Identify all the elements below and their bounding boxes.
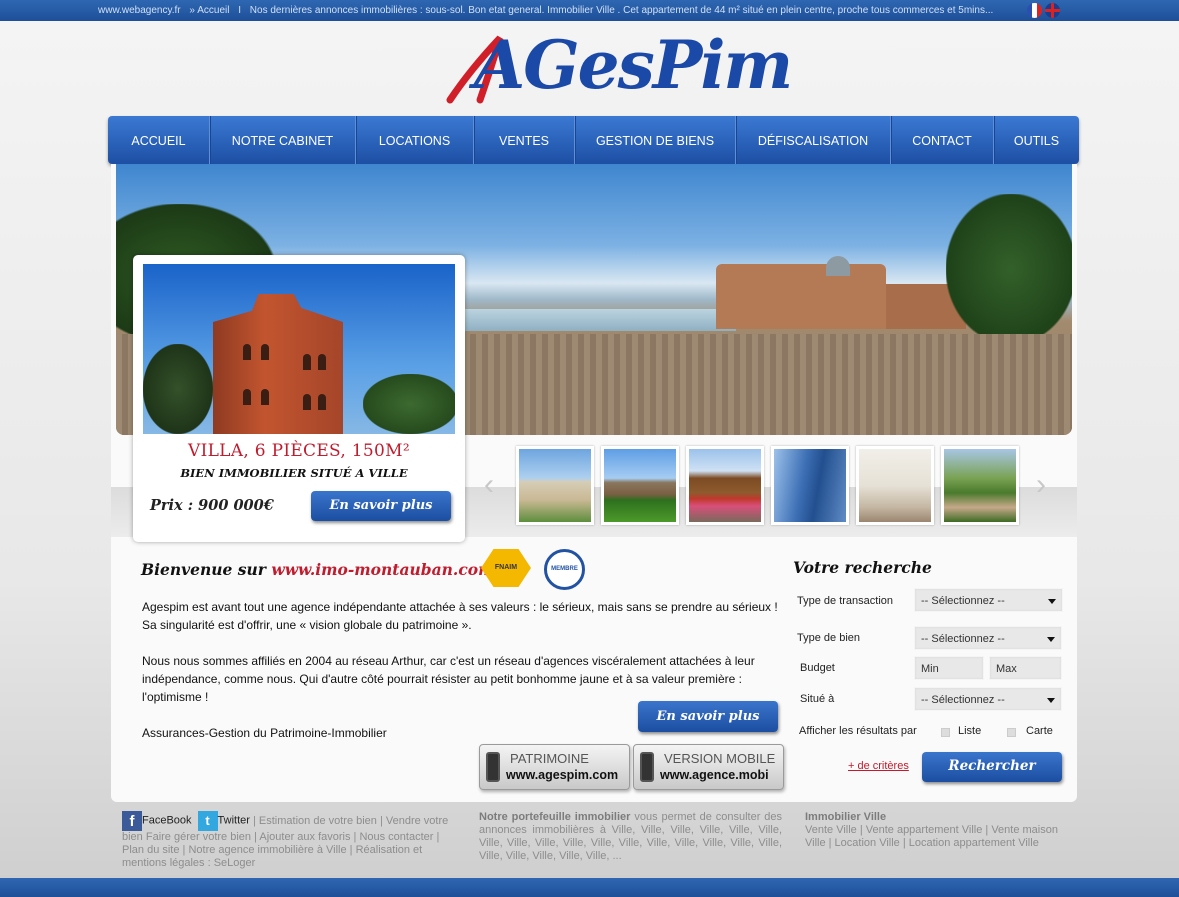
nav-item-ventes[interactable]: VENTES [474, 116, 575, 164]
featured-listing-subtitle: BIEN IMMOBILIER SITUÉ A VILLE [180, 466, 408, 480]
nav-item-outils[interactable]: OUTILS [994, 116, 1079, 164]
footer-immobilier: Immobilier Ville Vente Ville | Vente app… [805, 811, 1077, 850]
patrimoine-label: PATRIMOINE [510, 751, 589, 766]
featured-listing-card: VILLA, 6 PIÈCES, 150M² BIEN IMMOBILIER S… [133, 255, 465, 542]
dropdown-arrow-icon [1047, 637, 1055, 642]
dropdown-arrow-icon [1048, 599, 1056, 604]
photo-building [213, 294, 343, 434]
transaction-select-value: -- Sélectionnez -- [921, 595, 1005, 607]
chevron-right-icon[interactable]: › [1036, 470, 1046, 500]
top-breadcrumb-link[interactable]: » Accueil [189, 5, 229, 16]
featured-more-button[interactable]: En savoir plus [311, 491, 451, 521]
welcome-paragraph-2: Nous nous sommes affiliés en 2004 au rés… [142, 654, 755, 704]
facebook-icon[interactable]: f [122, 811, 142, 831]
carte-checkbox[interactable] [1007, 728, 1016, 737]
patrimoine-button[interactable]: PATRIMOINE www.agespim.com [479, 744, 630, 790]
nav-item-gestion-de-biens[interactable]: GESTION DE BIENS [575, 116, 736, 164]
english-flag-icon[interactable] [1045, 3, 1060, 18]
photo-window [318, 394, 326, 410]
afficher-label: Afficher les résultats par [799, 725, 917, 737]
mobile-url: www.agence.mobi [660, 768, 769, 782]
language-switch [1027, 3, 1060, 18]
transaction-label: Type de transaction [797, 595, 894, 607]
budget-label: Budget [800, 662, 835, 674]
welcome-paragraph-1: Agespim est avant tout une agence indépe… [142, 600, 778, 632]
footer-immobilier-text[interactable]: Vente Ville | Vente appartement Ville | … [805, 824, 1058, 849]
search-submit-button[interactable]: Rechercher [922, 752, 1062, 782]
photo-window [303, 354, 311, 370]
mobile-version-button[interactable]: VERSION MOBILE www.agence.mobi [633, 744, 784, 790]
thumbnail-carousel [516, 446, 1019, 525]
bien-select-value: -- Sélectionnez -- [921, 633, 1005, 645]
footer-immobilier-title: Immobilier Ville [805, 811, 887, 823]
bottom-bar [0, 878, 1179, 897]
top-bar: www.webagency.fr » Accueil I Nos dernièr… [0, 0, 1179, 21]
nav-item-accueil[interactable]: ACCUEIL [108, 116, 210, 164]
top-ticker[interactable]: Nos dernières annonces immobilières : so… [250, 5, 994, 16]
main-nav: ACCUEIL NOTRE CABINET LOCATIONS VENTES G… [108, 116, 1079, 164]
photo-window [318, 354, 326, 370]
bien-label: Type de bien [797, 632, 860, 644]
welcome-prefix: Bienvenue sur [141, 560, 266, 579]
situe-select-value: -- Sélectionnez -- [921, 694, 1005, 706]
liste-label: Liste [958, 725, 982, 737]
budget-max-input[interactable]: Max [989, 656, 1062, 680]
banner-trees-right [946, 194, 1072, 344]
welcome-more-button[interactable]: En savoir plus [638, 701, 778, 732]
photo-window [243, 344, 251, 360]
welcome-site-link[interactable]: www.imo-montauban.com [271, 560, 494, 579]
top-separator: I [238, 5, 242, 16]
banner-dome [826, 256, 850, 276]
liste-checkbox[interactable] [941, 728, 950, 737]
french-flag-icon[interactable] [1027, 3, 1042, 18]
nav-item-contact[interactable]: CONTACT [891, 116, 994, 164]
phone-icon [486, 752, 500, 782]
search-title: Votre recherche [793, 558, 932, 577]
thumbnail-tower[interactable] [771, 446, 849, 525]
welcome-heading: Bienvenue sur www.imo-montauban.com [141, 560, 495, 579]
transaction-select[interactable]: -- Sélectionnez -- [914, 588, 1063, 612]
patrimoine-url: www.agespim.com [506, 768, 619, 782]
thumbnail-chalet[interactable] [686, 446, 764, 525]
logo-text: AGesPim [474, 26, 793, 104]
bien-select[interactable]: -- Sélectionnez -- [914, 626, 1062, 650]
banner-building [716, 264, 886, 329]
mobile-label: VERSION MOBILE [664, 751, 776, 766]
thumbnail-house[interactable] [601, 446, 679, 525]
photo-window [243, 389, 251, 405]
nav-item-notre-cabinet[interactable]: NOTRE CABINET [210, 116, 356, 164]
top-site-link[interactable]: www.webagency.fr [98, 5, 181, 16]
thumbnail-interior[interactable] [856, 446, 934, 525]
nav-item-locations[interactable]: LOCATIONS [356, 116, 474, 164]
featured-listing-title[interactable]: VILLA, 6 PIÈCES, 150M² [133, 441, 465, 461]
facebook-link[interactable]: FaceBook [142, 815, 192, 827]
photo-tree [143, 344, 213, 434]
footer-portfolio: Notre portefeuille immobilier vous perme… [479, 811, 782, 863]
situe-label: Situé à [800, 693, 835, 705]
more-criteria-link[interactable]: + de critères [848, 760, 909, 772]
carte-label: Carte [1026, 725, 1053, 737]
budget-min-input[interactable]: Min [914, 656, 984, 680]
membre-badge: MEMBRE [544, 549, 585, 590]
chevron-left-icon[interactable]: ‹ [484, 470, 494, 500]
phone-icon [640, 752, 654, 782]
situe-select[interactable]: -- Sélectionnez -- [914, 687, 1062, 711]
thumbnail-villa[interactable] [516, 446, 594, 525]
thumbnail-garden[interactable] [941, 446, 1019, 525]
nav-item-defiscalisation[interactable]: DÉFISCALISATION [736, 116, 891, 164]
twitter-icon[interactable]: t [197, 811, 218, 831]
site-logo[interactable]: AGesPim [440, 22, 793, 116]
twitter-link[interactable]: Twitter [218, 815, 250, 827]
footer-portfolio-title: Notre portefeuille immobilier [479, 811, 631, 823]
featured-listing-price: Prix : 900 000€ [150, 497, 274, 514]
photo-window [261, 389, 269, 405]
dropdown-arrow-icon [1047, 698, 1055, 703]
featured-listing-photo[interactable] [143, 264, 455, 434]
banner-river [456, 309, 736, 331]
photo-window [303, 394, 311, 410]
footer-links: f FaceBook t Twitter | Estimation de votre … [122, 811, 453, 870]
photo-tree [363, 374, 455, 434]
photo-window [261, 344, 269, 360]
